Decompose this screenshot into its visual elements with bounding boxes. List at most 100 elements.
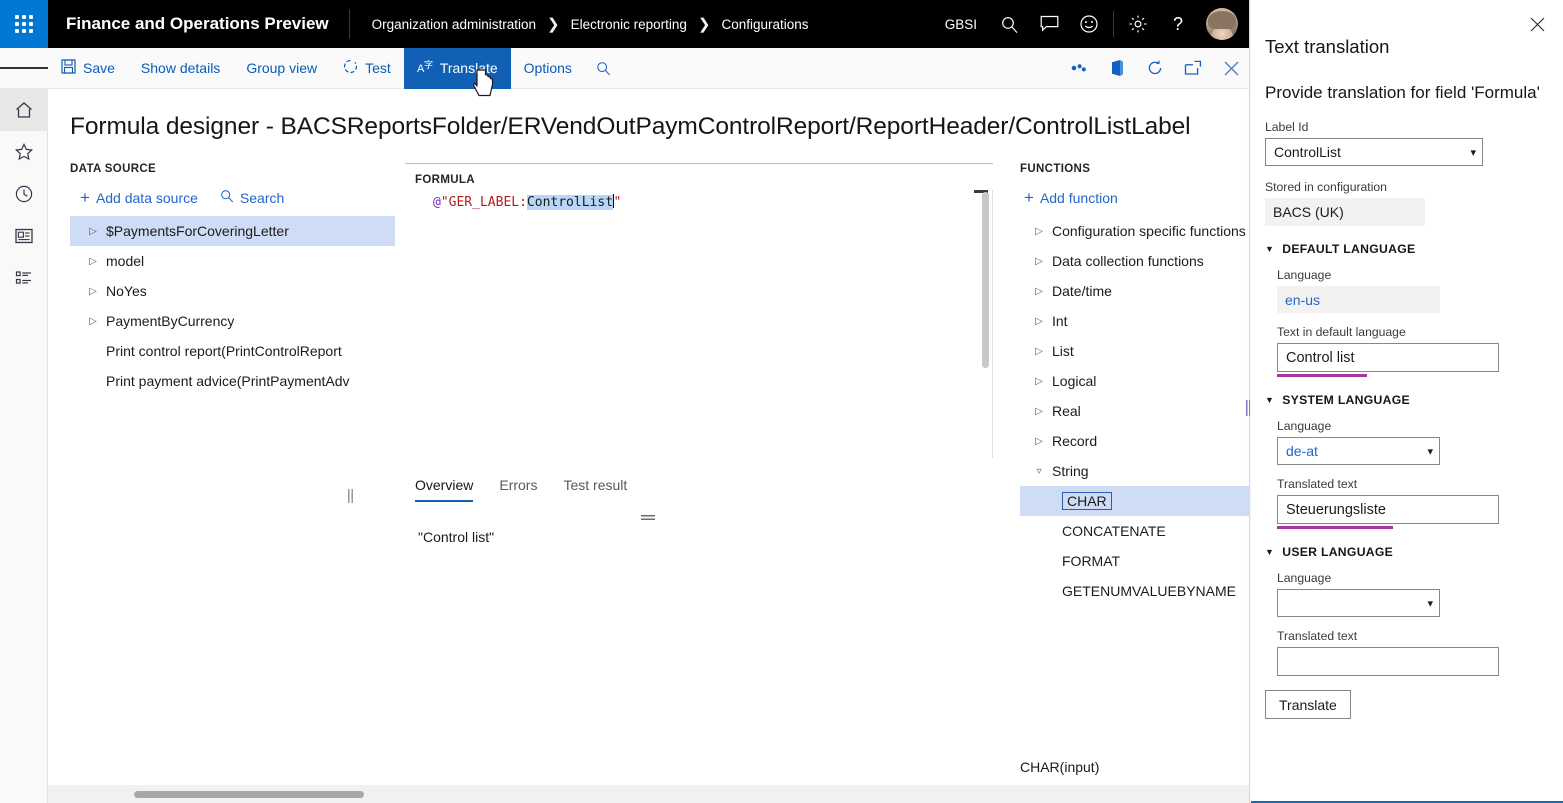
label-id-combobox[interactable]: ControlList ▾: [1265, 138, 1483, 166]
flyout-resize-grip[interactable]: [1246, 400, 1250, 416]
function-category-row[interactable]: ▷ Logical: [1020, 366, 1250, 396]
popout-icon[interactable]: [1174, 48, 1212, 89]
system-language-text-input[interactable]: Steuerungsliste: [1277, 495, 1499, 524]
search-icon[interactable]: [989, 0, 1029, 48]
function-item-getenumvaluebyname[interactable]: GETENUMVALUEBYNAME: [1020, 576, 1250, 606]
function-category-row[interactable]: ▷ Real: [1020, 396, 1250, 426]
search-label: Search: [239, 189, 285, 206]
expand-caret-icon[interactable]: ▷: [1026, 286, 1052, 297]
expand-caret-icon[interactable]: ▷: [1026, 226, 1052, 237]
close-icon[interactable]: [1212, 48, 1250, 89]
user-language-group-header[interactable]: ▼ USER LANGUAGE: [1251, 529, 1563, 559]
save-button[interactable]: Save: [48, 48, 128, 89]
sidebar-item-recent[interactable]: [0, 173, 48, 215]
office-app-icon[interactable]: [1098, 48, 1136, 89]
function-item-concatenate[interactable]: CONCATENATE: [1020, 516, 1250, 546]
data-source-tree-row[interactable]: ▷ $PaymentsForCoveringLetter: [70, 216, 395, 246]
message-icon[interactable]: [1029, 0, 1069, 48]
tab-overview[interactable]: Overview: [415, 477, 474, 502]
formula-results-splitter[interactable]: [641, 515, 655, 520]
data-source-tree-row[interactable]: ▷ Print payment advice(PrintPaymentAdv: [70, 366, 395, 396]
stored-in-configuration-label: Stored in configuration: [1265, 180, 1387, 194]
function-category-row[interactable]: ▷ Date/time: [1020, 276, 1250, 306]
expand-caret-icon[interactable]: ▷: [1026, 436, 1052, 447]
function-label: CONCATENATE: [1062, 523, 1166, 539]
help-question-icon[interactable]: ?: [1158, 0, 1198, 48]
add-function-button[interactable]: + Add function: [1024, 189, 1118, 206]
scrollbar-thumb[interactable]: [134, 791, 364, 798]
feedback-smiley-icon[interactable]: [1069, 0, 1109, 48]
function-item-guidvalue[interactable]: GUIDVALUE: [1020, 606, 1250, 616]
formula-code-line[interactable]: @"GER_LABEL:ControlList": [405, 190, 992, 212]
sidebar-item-favorites[interactable]: [0, 131, 48, 173]
default-language-text-input[interactable]: Control list: [1277, 343, 1499, 372]
formula-section-label: FORMULA: [405, 163, 993, 186]
expand-caret-icon[interactable]: ▷: [80, 286, 106, 297]
sidebar-item-workspaces[interactable]: [0, 215, 48, 257]
app-launcher-button[interactable]: [0, 0, 48, 48]
workspace-horizontal-scrollbar[interactable]: [48, 785, 1250, 803]
formula-designer-workspace: Formula designer - BACSReportsFolder/ERV…: [48, 89, 1250, 803]
expand-caret-icon[interactable]: ▷: [1026, 346, 1052, 357]
expand-caret-icon[interactable]: ▷: [1026, 406, 1052, 417]
default-language-group-header[interactable]: ▼ DEFAULT LANGUAGE: [1251, 226, 1563, 256]
breadcrumb-item-2[interactable]: Configurations: [713, 17, 816, 32]
function-item-char[interactable]: CHAR: [1020, 486, 1250, 516]
search-icon[interactable]: [585, 48, 623, 89]
system-language-group-label: SYSTEM LANGUAGE: [1282, 393, 1410, 407]
close-icon[interactable]: [1523, 10, 1551, 38]
test-button[interactable]: Test: [330, 48, 404, 89]
system-language-language-combobox[interactable]: de-at ▾: [1277, 437, 1440, 465]
scrollbar-thumb[interactable]: [982, 192, 989, 368]
translate-label: Translate: [439, 60, 498, 76]
expand-caret-icon[interactable]: ▷: [1026, 376, 1052, 387]
data-source-tree-row[interactable]: ▷ Print control report(PrintControlRepor…: [70, 336, 395, 366]
tab-test-result[interactable]: Test result: [563, 477, 627, 502]
settings-gear-icon[interactable]: [1118, 0, 1158, 48]
expand-caret-icon[interactable]: ▷: [80, 226, 106, 237]
breadcrumb-item-0[interactable]: Organization administration: [364, 17, 544, 32]
result-tabs: Overview Errors Test result: [415, 477, 627, 502]
expand-caret-icon[interactable]: ▷: [80, 316, 106, 327]
function-category-row-string[interactable]: ▿ String: [1020, 456, 1250, 486]
show-details-button[interactable]: Show details: [128, 48, 233, 89]
expand-caret-icon[interactable]: ▷: [1026, 256, 1052, 267]
data-source-tree-row[interactable]: ▷ PaymentByCurrency: [70, 306, 395, 336]
group-view-button[interactable]: Group view: [233, 48, 330, 89]
options-button[interactable]: Options: [511, 48, 585, 89]
data-source-tree-row[interactable]: ▷ model: [70, 246, 395, 276]
function-category-row[interactable]: ▷ List: [1020, 336, 1250, 366]
translate-submit-button[interactable]: Translate: [1265, 690, 1351, 719]
search-data-source-button[interactable]: Search: [220, 189, 284, 206]
function-category-row[interactable]: ▷ Data collection functions: [1020, 246, 1250, 276]
function-category-row[interactable]: ▷ Record: [1020, 426, 1250, 456]
collapse-caret-icon[interactable]: ▿: [1026, 466, 1052, 477]
personalize-icon[interactable]: [1060, 48, 1098, 89]
formula-editor[interactable]: @"GER_LABEL:ControlList": [405, 190, 993, 458]
expand-caret-icon[interactable]: ▷: [1026, 316, 1052, 327]
refresh-icon[interactable]: [1136, 48, 1174, 89]
function-category-row[interactable]: ▷ Configuration specific functions: [1020, 216, 1250, 246]
add-data-source-button[interactable]: + Add data source: [80, 189, 198, 206]
data-source-tree-row[interactable]: ▷ NoYes: [70, 276, 395, 306]
add-data-source-label: Add data source: [95, 189, 198, 206]
company-indicator[interactable]: GBSI: [933, 17, 989, 32]
command-bar: Save Show details Group view Test A字 Tra…: [0, 47, 1250, 89]
datasource-formula-splitter[interactable]: [348, 489, 353, 503]
breadcrumb-item-1[interactable]: Electronic reporting: [563, 17, 695, 32]
function-item-format[interactable]: FORMAT: [1020, 546, 1250, 576]
save-disk-icon: [61, 59, 76, 77]
translate-button[interactable]: A字 Translate: [403, 47, 511, 89]
sidebar-item-modules[interactable]: [0, 257, 48, 299]
user-language-text-input[interactable]: [1277, 647, 1499, 676]
tab-errors[interactable]: Errors: [499, 477, 537, 502]
system-language-group-header[interactable]: ▼ SYSTEM LANGUAGE: [1251, 377, 1563, 407]
breadcrumb-chevron-icon: ❯: [546, 16, 560, 33]
function-category-row[interactable]: ▷ Int: [1020, 306, 1250, 336]
user-language-language-combobox[interactable]: ▾: [1277, 589, 1440, 617]
formula-vertical-scrollbar[interactable]: [982, 192, 989, 458]
expand-caret-icon[interactable]: ▷: [80, 256, 106, 267]
navigation-pane-toggle[interactable]: [0, 48, 48, 89]
user-avatar[interactable]: [1206, 8, 1238, 40]
sidebar-item-home[interactable]: [0, 89, 48, 131]
